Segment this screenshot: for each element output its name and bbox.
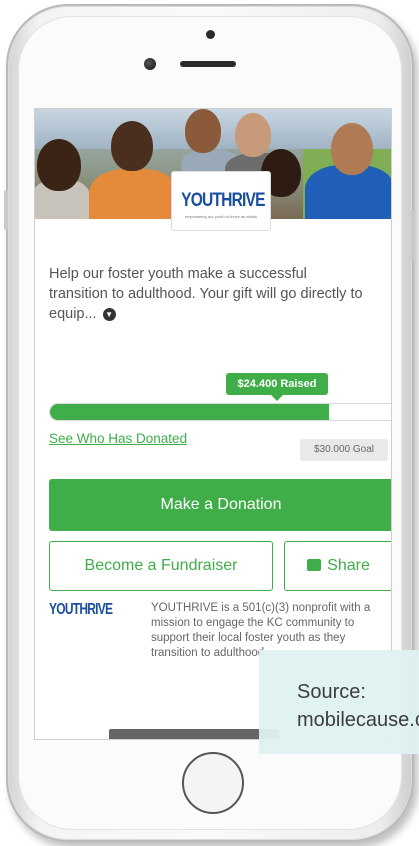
source-label: Source: xyxy=(297,681,366,703)
person-6 xyxy=(331,123,373,175)
campaign-intro-text: Help our foster youth make a successful … xyxy=(49,266,363,322)
phone-screen: YOUTHRIVE empowering our youth to thrive… xyxy=(34,108,392,740)
person-1 xyxy=(37,139,81,191)
volume-button xyxy=(4,190,8,230)
chevron-down-icon[interactable]: ▼ xyxy=(102,307,116,321)
speaker-grille xyxy=(180,61,236,67)
brand-logo-text: YOUTHRIVE xyxy=(181,190,265,211)
source-caption: Source: mobilecause.com xyxy=(259,650,419,754)
progress-fill xyxy=(50,404,329,420)
org-logo: YOUTHRIVE xyxy=(49,601,129,619)
share-label: Share xyxy=(327,557,370,574)
power-button xyxy=(411,210,415,260)
share-button[interactable]: Share xyxy=(284,541,391,591)
goal-badge: $30.000 Goal xyxy=(300,439,388,461)
org-logo-text: YOUTHRIVE xyxy=(49,601,113,618)
scroll-indicator xyxy=(109,729,279,739)
campaign-intro: Help our foster youth make a successful … xyxy=(49,264,369,324)
see-donors-link[interactable]: See Who Has Donated xyxy=(49,431,187,446)
person-3 xyxy=(185,109,221,153)
make-donation-button[interactable]: Make a Donation xyxy=(49,479,391,531)
home-button[interactable] xyxy=(182,752,244,814)
become-fundraiser-button[interactable]: Become a Fundraiser xyxy=(49,541,273,591)
brand-tagline: empowering our youth to thrive as adults xyxy=(184,214,258,219)
raised-badge: $24.400 Raised xyxy=(226,373,328,401)
earpiece-dot xyxy=(206,30,215,39)
progress-bar xyxy=(49,403,391,421)
brand-logo: YOUTHRIVE empowering our youth to thrive… xyxy=(171,171,271,231)
front-camera xyxy=(144,58,156,70)
share-icon xyxy=(307,559,322,571)
person-4 xyxy=(235,113,271,157)
source-value: mobilecause.com xyxy=(297,709,419,731)
person-2 xyxy=(111,121,153,171)
